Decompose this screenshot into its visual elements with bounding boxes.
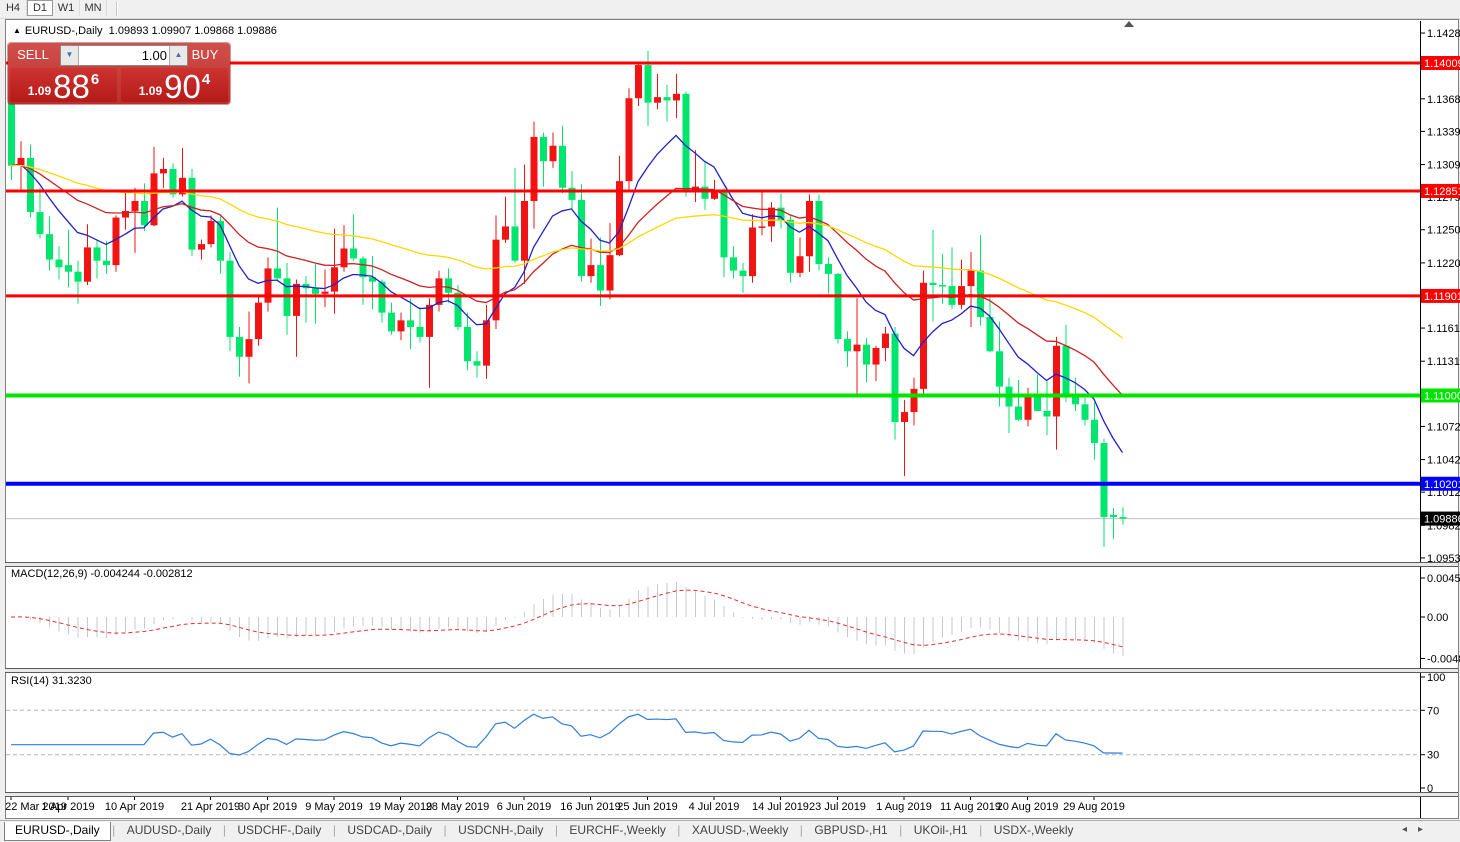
svg-text:1.11901: 1.11901: [1424, 291, 1460, 303]
support-resistance-lines: [6, 63, 1420, 484]
tab-USDX-Weekly[interactable]: USDX-,Weekly: [984, 821, 1084, 840]
svg-text:1.13685: 1.13685: [1427, 94, 1460, 106]
svg-text:1.11000: 1.11000: [1424, 390, 1460, 402]
svg-text:0.004517: 0.004517: [1427, 573, 1460, 585]
macd-signal-value: -0.002812: [143, 568, 193, 580]
tab-AUDUSD-Daily[interactable]: AUDUSD-,Daily: [117, 821, 222, 840]
svg-text:0.00: 0.00: [1427, 612, 1448, 624]
svg-text:100: 100: [1427, 672, 1445, 684]
pane-splitter-rsi[interactable]: [5, 668, 1458, 673]
svg-text:1 Apr 2019: 1 Apr 2019: [41, 801, 94, 813]
rsi-value: 31.3230: [52, 675, 92, 687]
tab-GBPUSD-H1[interactable]: GBPUSD-,H1: [804, 821, 897, 840]
tab-EURCHF-Weekly[interactable]: EURCHF-,Weekly: [559, 821, 675, 840]
volume-input[interactable]: [79, 46, 169, 65]
tabs-scroll-right-icon[interactable]: ▸: [1418, 824, 1423, 835]
svg-text:23 Jul 2019: 23 Jul 2019: [809, 801, 866, 813]
chart-title: ▲ EURUSD-,Daily 1.09893 1.09907 1.09868 1…: [13, 25, 277, 37]
svg-text:1.14280: 1.14280: [1427, 28, 1460, 40]
svg-text:1.10720: 1.10720: [1427, 421, 1460, 433]
svg-text:1.14009: 1.14009: [1424, 58, 1460, 70]
buy-price-sup: 4: [202, 71, 210, 88]
collapse-triangle-icon[interactable]: ▲: [13, 26, 21, 35]
tab-XAUUSD-Weekly[interactable]: XAUUSD-,Weekly: [682, 821, 798, 840]
svg-text:1.11610: 1.11610: [1427, 323, 1460, 335]
sell-price-big: 88: [53, 72, 90, 102]
buy-price-prefix: 1.09: [139, 84, 162, 98]
price-axis: 1.142801.139851.136851.133901.130901.127…: [1421, 21, 1460, 818]
pane-splitter-dates: [5, 792, 1458, 797]
chart-ohlc-values: 1.09893 1.09907 1.09868 1.09886: [109, 25, 277, 37]
svg-text:21 Apr 2019: 21 Apr 2019: [181, 801, 240, 813]
macd-pane: [11, 582, 1123, 656]
svg-text:1.12200: 1.12200: [1427, 258, 1460, 270]
one-click-trading-panel: SELL ▼ ▲ BUY 1.09886 1.09904: [8, 43, 230, 104]
chart-tab-bar: EURUSD-,Daily|AUDUSD-,Daily|USDCHF-,Dail…: [0, 820, 1460, 842]
macd-signal-line: [11, 590, 1123, 647]
sell-price-box[interactable]: 1.09886: [10, 68, 117, 102]
volume-decrease-button[interactable]: ▼: [61, 46, 79, 65]
buy-button[interactable]: BUY: [180, 43, 230, 67]
svg-text:1.10420: 1.10420: [1427, 455, 1460, 467]
pane-splitter-macd[interactable]: [5, 562, 1458, 567]
svg-text:-0.004800: -0.004800: [1427, 653, 1460, 665]
svg-text:16 Jun 2019: 16 Jun 2019: [560, 801, 621, 813]
svg-text:29 Aug 2019: 29 Aug 2019: [1063, 801, 1125, 813]
svg-text:14 Jul 2019: 14 Jul 2019: [752, 801, 809, 813]
chart-scroll-position-icon: [1124, 21, 1134, 27]
svg-text:30: 30: [1427, 750, 1439, 762]
ma-mid-line: [11, 165, 1123, 395]
tab-USDCNH-Daily[interactable]: USDCNH-,Daily: [448, 821, 553, 840]
svg-text:30 Apr 2019: 30 Apr 2019: [238, 801, 297, 813]
chart-symbol-label: EURUSD-,Daily: [25, 25, 103, 37]
sell-price-sup: 6: [91, 71, 99, 88]
svg-text:1.13090: 1.13090: [1427, 160, 1460, 172]
tabs-scroll-left-icon[interactable]: ◂: [1402, 824, 1407, 835]
svg-text:6 Jun 2019: 6 Jun 2019: [497, 801, 551, 813]
price-chart[interactable]: 1.142801.139851.136851.133901.130901.127…: [0, 0, 1460, 841]
moving-average-lines: [11, 135, 1123, 452]
svg-text:1.11310: 1.11310: [1427, 356, 1460, 368]
svg-text:10 Apr 2019: 10 Apr 2019: [105, 801, 164, 813]
svg-text:1.12851: 1.12851: [1424, 186, 1460, 198]
svg-text:28 May 2019: 28 May 2019: [426, 801, 490, 813]
svg-text:20 Aug 2019: 20 Aug 2019: [997, 801, 1059, 813]
svg-text:11 Aug 2019: 11 Aug 2019: [940, 801, 1001, 813]
svg-text:25 Jun 2019: 25 Jun 2019: [617, 801, 678, 813]
sell-price-prefix: 1.09: [28, 84, 51, 98]
tab-items: EURUSD-,Daily|AUDUSD-,Daily|USDCHF-,Dail…: [4, 821, 1084, 842]
svg-text:1.13390: 1.13390: [1427, 126, 1460, 138]
svg-text:1 Aug 2019: 1 Aug 2019: [876, 801, 932, 813]
mt4-window: H4D1W1MN 1.142801.139851.136851.133901.1…: [0, 0, 1460, 841]
svg-text:9 May 2019: 9 May 2019: [305, 801, 362, 813]
tab-USDCAD-Daily[interactable]: USDCAD-,Daily: [337, 821, 442, 840]
svg-text:4 Jul 2019: 4 Jul 2019: [689, 801, 740, 813]
buy-price-box[interactable]: 1.09904: [121, 68, 228, 102]
svg-text:1.10201: 1.10201: [1424, 479, 1460, 491]
rsi-indicator-label: RSI(14) 31.3230: [11, 675, 92, 687]
svg-text:70: 70: [1427, 705, 1439, 717]
svg-text:1.12500: 1.12500: [1427, 225, 1460, 237]
macd-main-value: -0.004244: [90, 568, 140, 580]
tab-USDCHF-Daily[interactable]: USDCHF-,Daily: [227, 821, 331, 840]
ma-fast-line: [11, 135, 1123, 452]
macd-indicator-label: MACD(12,26,9) -0.004244 -0.002812: [11, 568, 193, 580]
sell-button[interactable]: SELL: [8, 43, 58, 67]
date-axis: 22 Mar 20191 Apr 201910 Apr 201921 Apr 2…: [5, 796, 1125, 813]
tab-EURUSD-Daily[interactable]: EURUSD-,Daily: [4, 822, 111, 841]
volume-spinner: ▼ ▲: [60, 45, 188, 66]
tab-UKOil-H1[interactable]: UKOil-,H1: [904, 821, 978, 840]
buy-price-big: 90: [164, 72, 201, 102]
rsi-line: [11, 714, 1123, 755]
svg-text:19 May 2019: 19 May 2019: [369, 801, 433, 813]
svg-text:1.09886: 1.09886: [1424, 514, 1460, 526]
